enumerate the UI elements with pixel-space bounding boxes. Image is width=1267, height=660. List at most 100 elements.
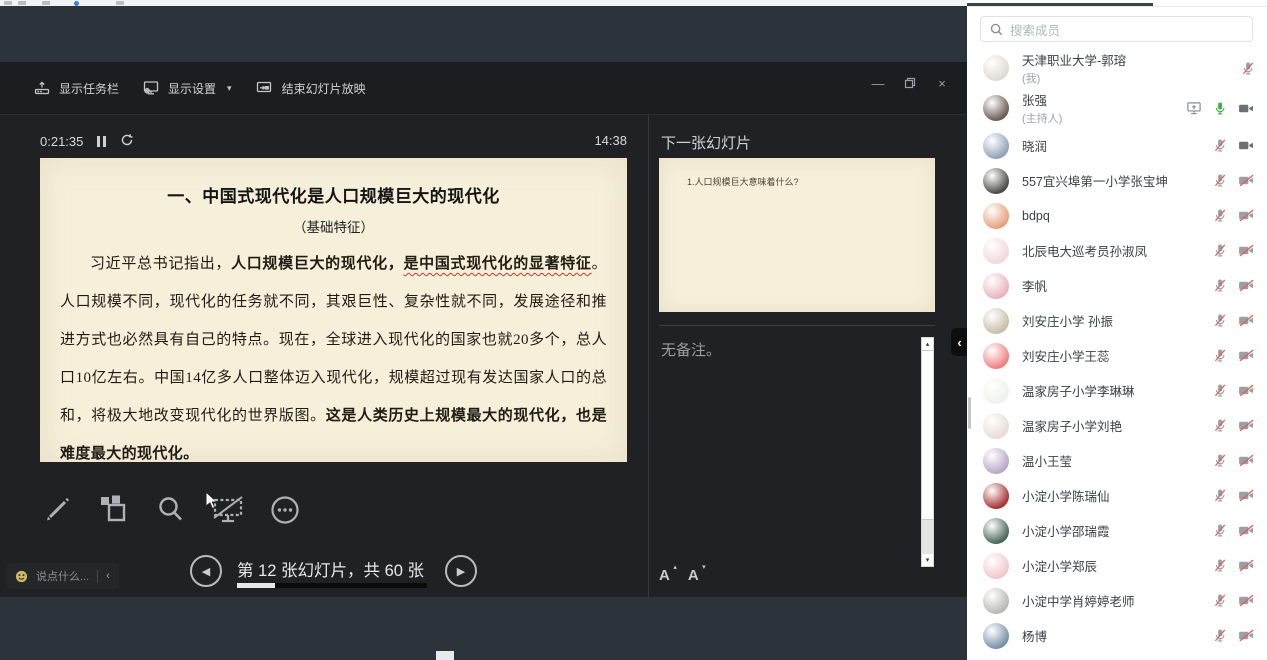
- more-options-button[interactable]: [268, 493, 302, 527]
- microphone-icon[interactable]: [1213, 383, 1227, 398]
- close-button[interactable]: ×: [933, 74, 951, 92]
- display-settings-icon: [143, 80, 159, 96]
- camera-icon[interactable]: [1238, 174, 1255, 187]
- font-increase-button[interactable]: A ▴: [659, 567, 670, 584]
- member-row[interactable]: 温小王莹: [967, 443, 1267, 478]
- microphone-icon[interactable]: [1213, 523, 1227, 538]
- collapse-chat-icon[interactable]: ‹: [106, 570, 110, 582]
- microphone-icon[interactable]: [1213, 488, 1227, 503]
- microphone-icon[interactable]: [1241, 61, 1255, 76]
- member-row[interactable]: bdpq: [967, 198, 1267, 233]
- member-row[interactable]: 晓润: [967, 128, 1267, 163]
- member-row[interactable]: 小淀小学邵瑞霞: [967, 513, 1267, 548]
- zoom-tool-button[interactable]: [154, 493, 188, 527]
- scroll-up-button[interactable]: ▴: [922, 338, 933, 350]
- microphone-icon[interactable]: [1213, 208, 1227, 223]
- pause-timer-button[interactable]: [97, 136, 106, 147]
- member-row[interactable]: 北辰电大巡考员孙淑凤: [967, 233, 1267, 268]
- camera-icon[interactable]: [1238, 629, 1255, 642]
- camera-icon[interactable]: [1238, 279, 1255, 292]
- microphone-icon[interactable]: [1213, 418, 1227, 433]
- emoji-icon[interactable]: [15, 570, 28, 583]
- member-row[interactable]: 刘安庄小学 孙振: [967, 303, 1267, 338]
- microphone-icon[interactable]: [1213, 313, 1227, 328]
- camera-icon[interactable]: [1238, 102, 1255, 115]
- slide-browser-button[interactable]: [97, 493, 131, 527]
- member-name: bdpq: [1022, 209, 1213, 223]
- slide-subtitle: （基础特征）: [60, 216, 607, 236]
- microphone-icon[interactable]: [1213, 453, 1227, 468]
- camera-icon[interactable]: [1238, 524, 1255, 537]
- slide-progress-track: [237, 583, 427, 588]
- camera-icon[interactable]: [1238, 594, 1255, 607]
- microphone-icon[interactable]: [1213, 101, 1227, 116]
- next-slide-preview[interactable]: 1.人口规模巨大意味着什么?: [659, 158, 935, 312]
- member-row[interactable]: 天津职业大学-郭瑢 (我): [967, 48, 1267, 88]
- camera-icon[interactable]: [1238, 244, 1255, 257]
- next-slide-button[interactable]: ▶: [445, 555, 477, 587]
- scroll-down-button[interactable]: ▾: [922, 554, 933, 566]
- scrollbar-track[interactable]: [922, 520, 933, 556]
- member-row[interactable]: 小淀中学肖婷婷老师: [967, 583, 1267, 618]
- display-settings-button[interactable]: 显示设置 ▾: [143, 80, 232, 97]
- notes-scrollbar[interactable]: ▴ ▾: [921, 337, 934, 567]
- member-row[interactable]: 李帆: [967, 268, 1267, 303]
- microphone-icon[interactable]: [1213, 558, 1227, 573]
- pen-tool-button[interactable]: [40, 493, 74, 527]
- member-avatar: [983, 378, 1009, 404]
- end-slideshow-button[interactable]: 结束幻灯片放映: [256, 80, 366, 97]
- chat-input-pill[interactable]: 说点什么... ‹: [6, 563, 119, 589]
- camera-icon[interactable]: [1238, 419, 1255, 432]
- member-name: 晓润: [1022, 136, 1213, 155]
- member-row[interactable]: 小淀小学郑辰: [967, 548, 1267, 583]
- font-decrease-button[interactable]: A ▾: [688, 567, 699, 584]
- chat-placeholder[interactable]: 说点什么...: [36, 568, 89, 584]
- slides-grid-icon: [98, 494, 130, 526]
- minimize-button[interactable]: —: [869, 74, 887, 92]
- collapse-panel-button[interactable]: ‹: [951, 328, 968, 356]
- camera-icon[interactable]: [1238, 384, 1255, 397]
- microphone-icon[interactable]: [1213, 628, 1227, 643]
- previous-slide-button[interactable]: ◀: [190, 555, 222, 587]
- microphone-icon[interactable]: [1213, 138, 1227, 153]
- background-icon: [4, 1, 12, 5]
- member-list-scrollbar[interactable]: [968, 397, 971, 429]
- camera-icon[interactable]: [1238, 139, 1255, 152]
- camera-icon[interactable]: [1238, 489, 1255, 502]
- show-taskbar-button[interactable]: 显示任务栏: [34, 80, 119, 97]
- restart-icon: [120, 133, 134, 147]
- camera-icon[interactable]: [1238, 349, 1255, 362]
- microphone-icon[interactable]: [1213, 278, 1227, 293]
- black-screen-button[interactable]: [211, 493, 245, 527]
- member-info: 晓润: [1022, 136, 1213, 155]
- sidebar-tab-strip[interactable]: [967, 0, 1267, 7]
- scrollbar-thumb[interactable]: [922, 350, 933, 520]
- restart-timer-button[interactable]: [120, 133, 134, 150]
- end-slideshow-icon: [256, 80, 273, 96]
- clock-time: 14:38: [560, 133, 627, 148]
- camera-icon[interactable]: [1238, 454, 1255, 467]
- camera-icon[interactable]: [1238, 559, 1255, 572]
- member-row[interactable]: 温家房子小学李琳琳: [967, 373, 1267, 408]
- current-slide: 一、中国式现代化是人口规模巨大的现代化 （基础特征） 习近平总书记指出，人口规模…: [40, 158, 627, 462]
- screen-slash-icon: [211, 494, 245, 526]
- member-info: 张强 (主持人): [1022, 90, 1186, 126]
- microphone-icon[interactable]: [1213, 243, 1227, 258]
- camera-icon[interactable]: [1238, 209, 1255, 222]
- member-row[interactable]: 刘安庄小学王蕊: [967, 338, 1267, 373]
- member-search-input[interactable]: 搜索成员: [980, 16, 1253, 42]
- microphone-icon[interactable]: [1213, 593, 1227, 608]
- member-status-icons: [1186, 101, 1255, 116]
- microphone-icon[interactable]: [1213, 173, 1227, 188]
- member-row[interactable]: 杨博: [967, 618, 1267, 653]
- restore-button[interactable]: [901, 74, 919, 92]
- chevron-down-icon: ▾: [227, 83, 232, 94]
- member-status-icons: [1213, 348, 1255, 363]
- member-row[interactable]: 557宜兴埠第一小学张宝坤: [967, 163, 1267, 198]
- camera-icon[interactable]: [1238, 314, 1255, 327]
- background-icon: [74, 1, 79, 6]
- member-row[interactable]: 小淀小学陈瑞仙: [967, 478, 1267, 513]
- microphone-icon[interactable]: [1213, 348, 1227, 363]
- member-row[interactable]: 张强 (主持人): [967, 88, 1267, 128]
- member-row[interactable]: 温家房子小学刘艳: [967, 408, 1267, 443]
